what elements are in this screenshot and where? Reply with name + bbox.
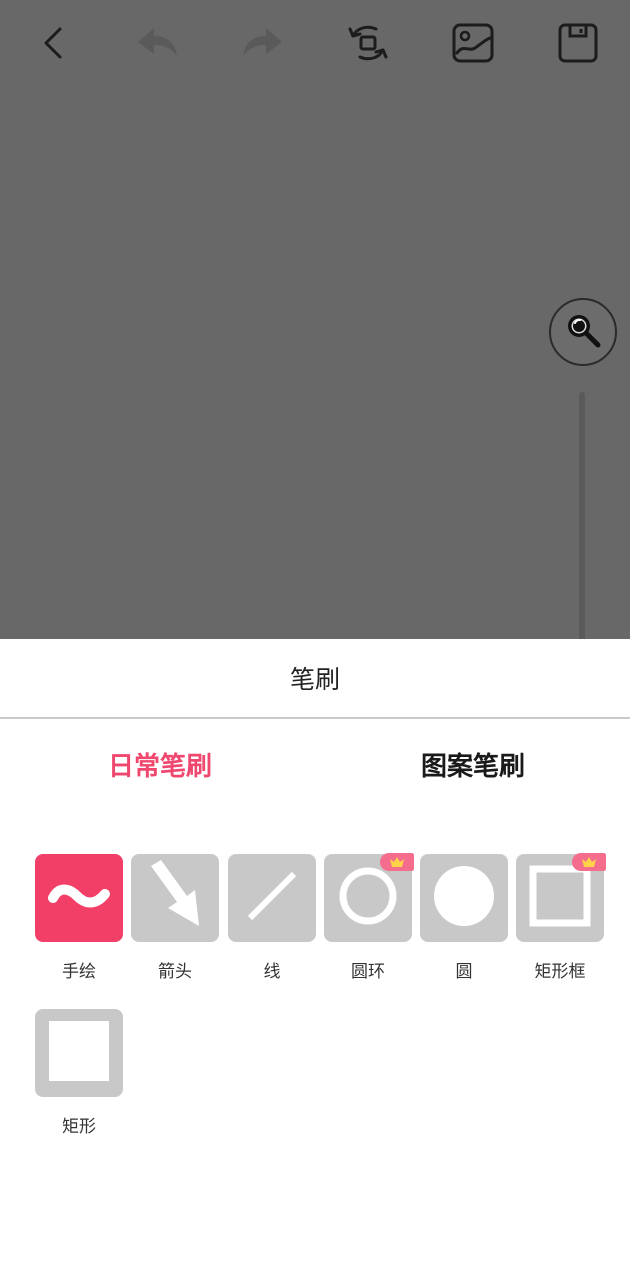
brush-tile bbox=[228, 854, 316, 942]
back-icon bbox=[38, 25, 68, 61]
arrow-icon bbox=[131, 852, 219, 944]
brush-freehand[interactable]: 手绘 bbox=[35, 854, 123, 983]
brush-tile bbox=[516, 853, 606, 942]
magnifier-icon bbox=[563, 310, 603, 354]
brush-tile bbox=[35, 1009, 123, 1097]
line-icon bbox=[228, 852, 316, 944]
tab-daily-brush[interactable]: 日常笔刷 bbox=[60, 742, 260, 786]
brush-arrow[interactable]: 箭头 bbox=[131, 854, 219, 983]
crown-icon bbox=[389, 853, 405, 872]
save-button[interactable] bbox=[553, 18, 603, 68]
image-button[interactable] bbox=[448, 18, 498, 68]
rect-icon bbox=[35, 1007, 123, 1099]
brush-tile bbox=[35, 854, 123, 942]
rotate-button[interactable] bbox=[343, 18, 393, 68]
brush-label: 矩形框 bbox=[534, 962, 586, 982]
brush-rect-frame[interactable]: 矩形框 bbox=[516, 853, 606, 983]
panel-title: 笔刷 bbox=[289, 665, 340, 694]
brush-tile bbox=[324, 853, 414, 942]
brush-label: 圆 bbox=[455, 962, 473, 982]
brush-line[interactable]: 线 bbox=[228, 854, 316, 983]
brush-label: 箭头 bbox=[158, 962, 192, 982]
circle-icon bbox=[420, 852, 508, 944]
divider bbox=[0, 717, 630, 719]
freehand-wave-icon bbox=[43, 876, 115, 920]
vip-badge bbox=[572, 853, 606, 871]
undo-button[interactable] bbox=[132, 18, 182, 68]
drawing-canvas[interactable] bbox=[0, 0, 630, 639]
vip-badge bbox=[380, 853, 414, 871]
brush-label: 线 bbox=[263, 962, 281, 982]
brush-circle[interactable]: 圆 bbox=[420, 854, 508, 983]
brush-label: 矩形 bbox=[62, 1117, 96, 1137]
image-icon bbox=[451, 22, 495, 64]
brush-rect[interactable]: 矩形 bbox=[35, 1009, 123, 1138]
brush-label: 手绘 bbox=[62, 962, 96, 982]
brush-panel: 笔刷 日常笔刷 图案笔刷 手绘 箭头 线 圆环 圆 矩形框 矩形 bbox=[0, 639, 630, 1280]
brush-label: 圆环 bbox=[351, 962, 385, 982]
redo-icon bbox=[240, 25, 286, 61]
back-button[interactable] bbox=[28, 18, 78, 68]
save-icon bbox=[557, 22, 599, 64]
zoom-button[interactable] bbox=[549, 298, 617, 366]
brush-tile bbox=[131, 854, 219, 942]
undo-icon bbox=[134, 25, 180, 61]
crown-icon bbox=[581, 853, 597, 872]
redo-button[interactable] bbox=[238, 18, 288, 68]
top-toolbar bbox=[0, 0, 630, 86]
rotate-icon bbox=[345, 22, 391, 64]
brush-ring[interactable]: 圆环 bbox=[324, 853, 414, 983]
brush-tile bbox=[420, 854, 508, 942]
size-slider[interactable] bbox=[579, 392, 585, 639]
tab-pattern-brush[interactable]: 图案笔刷 bbox=[373, 742, 573, 786]
